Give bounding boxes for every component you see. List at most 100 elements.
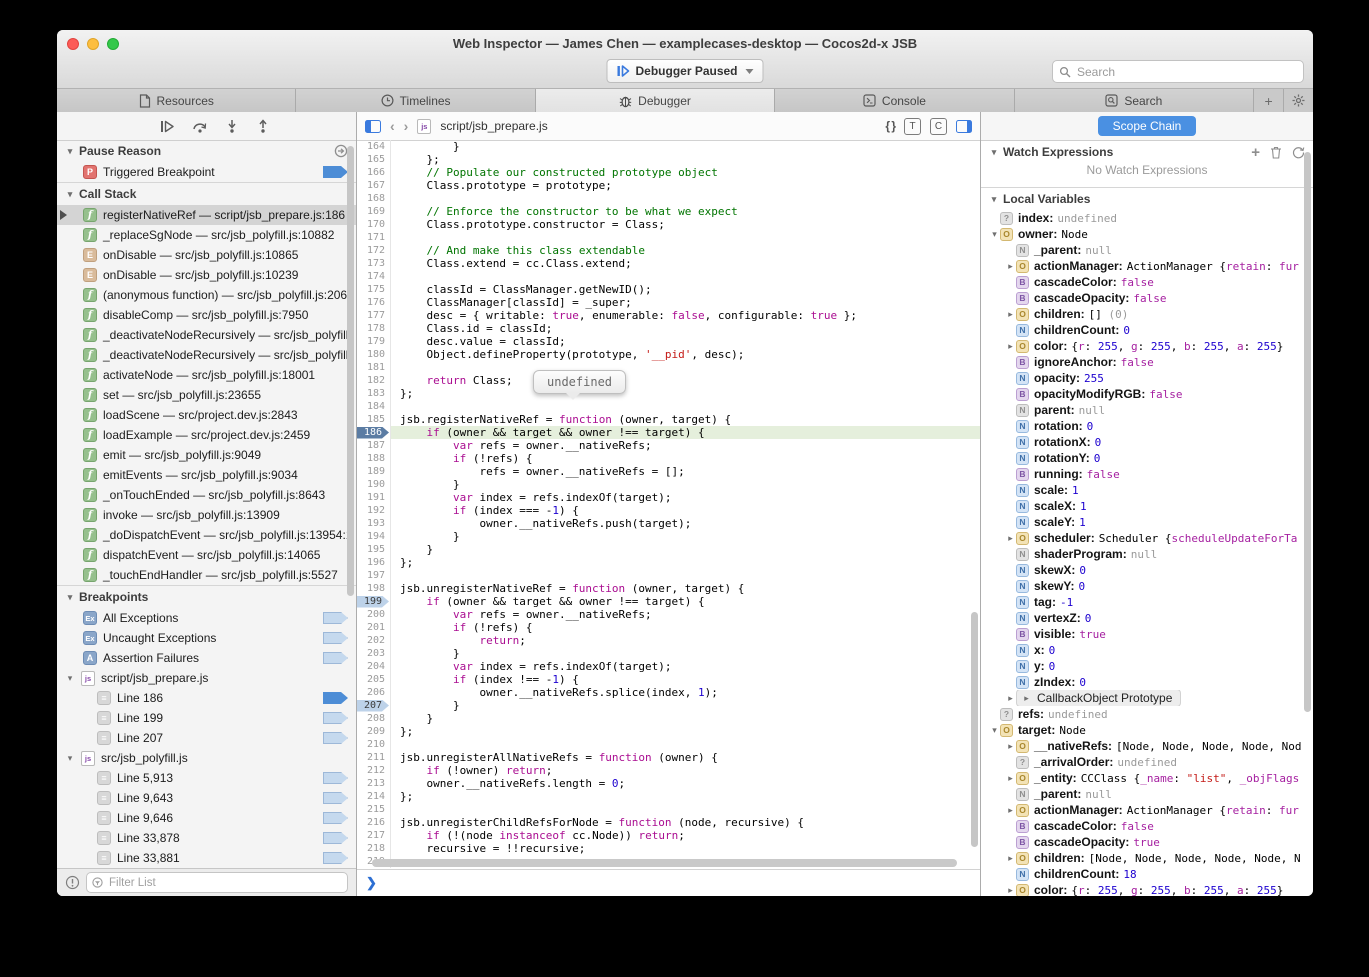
scope-chain-tab[interactable]: Scope Chain (1098, 116, 1197, 136)
variable-row[interactable]: Brunning:false (981, 466, 1313, 482)
breakpoint-pill[interactable] (323, 772, 348, 784)
call-stack-frame[interactable]: fdispatchEvent — src/jsb_polyfill.js:140… (57, 545, 356, 565)
line-number[interactable]: 184 (357, 400, 391, 413)
step-into-icon[interactable] (225, 119, 239, 133)
breakpoint-pill[interactable] (323, 812, 348, 824)
breakpoint-row[interactable]: ≡Line 5,913 (57, 768, 356, 788)
line-number[interactable]: 166 (357, 166, 391, 179)
variable-row[interactable]: NchildrenCount:0 (981, 322, 1313, 338)
variable-row[interactable]: Nrotation:0 (981, 418, 1313, 434)
variable-row[interactable]: BopacityModifyRGB:false (981, 386, 1313, 402)
tab-timelines[interactable]: Timelines (296, 89, 535, 112)
line-number[interactable]: 211 (357, 751, 391, 764)
type-profiler-icon[interactable]: T (904, 118, 921, 135)
toggle-left-sidebar-icon[interactable] (365, 120, 381, 133)
line-number[interactable]: 196 (357, 556, 391, 569)
variable-row[interactable]: ?index:undefined (981, 210, 1313, 226)
variable-row[interactable]: BcascadeOpacity:true (981, 834, 1313, 850)
call-stack-frame[interactable]: floadScene — src/project.dev.js:2843 (57, 405, 356, 425)
search-input[interactable] (1075, 64, 1297, 80)
breakpoint-pill[interactable] (323, 612, 348, 624)
line-number[interactable]: 193 (357, 517, 391, 530)
variable-row[interactable]: ▸OactionManager:ActionManager {retain: f… (981, 802, 1313, 818)
variable-row[interactable]: ?refs:undefined (981, 706, 1313, 722)
line-number[interactable]: 175 (357, 283, 391, 296)
call-stack-frame[interactable]: f_replaceSgNode — src/jsb_polyfill.js:10… (57, 225, 356, 245)
line-number[interactable]: 199 (357, 595, 391, 608)
editor-horizontal-scrollbar[interactable] (372, 859, 957, 867)
variable-row[interactable]: ▾Oowner:Node (981, 226, 1313, 242)
call-stack-frame[interactable]: fset — src/jsb_polyfill.js:23655 (57, 385, 356, 405)
line-number[interactable]: 168 (357, 192, 391, 205)
scope-scrollbar[interactable] (1304, 152, 1311, 712)
new-tab-button[interactable]: + (1254, 89, 1284, 112)
line-number[interactable]: 177 (357, 309, 391, 322)
call-stack-frame[interactable]: fregisterNativeRef — script/jsb_prepare.… (57, 205, 356, 225)
variable-row[interactable]: Nx:0 (981, 642, 1313, 658)
breakpoint-row[interactable]: ≡Line 33,878 (57, 828, 356, 848)
line-number[interactable]: 183 (357, 387, 391, 400)
pretty-print-icon[interactable]: { } (885, 119, 895, 133)
breakpoint-row[interactable]: ≡Line 207 (57, 728, 356, 748)
line-number[interactable]: 200 (357, 608, 391, 621)
line-number[interactable]: 172 (357, 244, 391, 257)
variable-row[interactable]: ▸Ochildren:[Node, Node, Node, Node, Node… (981, 850, 1313, 866)
breakpoint-gutter-inactive[interactable]: 199 (357, 596, 389, 608)
call-stack-frame[interactable]: fdisableComp — src/jsb_polyfill.js:7950 (57, 305, 356, 325)
sidebar-scrollbar[interactable] (347, 146, 354, 596)
variable-row[interactable]: ?_arrivalOrder:undefined (981, 754, 1313, 770)
gear-icon[interactable] (1284, 89, 1313, 112)
line-number[interactable]: 191 (357, 491, 391, 504)
disclosure-triangle-icon[interactable]: ▸ (1005, 261, 1016, 272)
line-number[interactable]: 188 (357, 452, 391, 465)
disclosure-triangle-icon[interactable]: ▸ (1005, 885, 1016, 896)
variable-row[interactable]: Nscale:1 (981, 482, 1313, 498)
line-number[interactable]: 167 (357, 179, 391, 192)
debugger-paused-button[interactable]: Debugger Paused (606, 59, 763, 83)
tab-resources[interactable]: Resources (57, 89, 296, 112)
disclosure-triangle-icon[interactable]: ▾ (65, 673, 75, 684)
circle-arrow-icon[interactable] (334, 144, 348, 158)
line-number[interactable]: 204 (357, 660, 391, 673)
disclosure-triangle-icon[interactable]: ▸ (1005, 341, 1016, 352)
breakpoints-disable-icon[interactable] (65, 875, 80, 890)
filter-input[interactable] (107, 876, 342, 890)
back-icon[interactable]: ‹ (390, 118, 395, 134)
call-stack-frame[interactable]: f_onTouchEnded — src/jsb_polyfill.js:864… (57, 485, 356, 505)
line-number[interactable]: 179 (357, 335, 391, 348)
line-number[interactable]: 212 (357, 764, 391, 777)
variable-row[interactable]: ▸O__nativeRefs:[Node, Node, Node, Node, … (981, 738, 1313, 754)
variable-row[interactable]: Bvisible:true (981, 626, 1313, 642)
disclosure-triangle-icon[interactable]: ▸ (1005, 741, 1016, 752)
variable-row[interactable]: ▸O_entity:CCClass {_name: "list", _objFl… (981, 770, 1313, 786)
line-number[interactable]: 185 (357, 413, 391, 426)
breakpoint-row[interactable]: ≡Line 186 (57, 688, 356, 708)
line-number[interactable]: 195 (357, 543, 391, 556)
call-stack-frame[interactable]: f_deactivateNodeRecursively — src/jsb_po… (57, 345, 356, 365)
quick-console[interactable]: ❯ (357, 869, 980, 896)
breakpoint-pill[interactable] (323, 652, 348, 664)
disclosure-triangle-icon[interactable]: ▸ (1005, 693, 1016, 704)
step-over-icon[interactable] (192, 120, 208, 133)
variable-row[interactable]: BcascadeColor:false (981, 818, 1313, 834)
breakpoint-pill[interactable] (323, 832, 348, 844)
trash-icon[interactable] (1270, 146, 1282, 159)
line-number[interactable]: 170 (357, 218, 391, 231)
breakpoint-pill[interactable] (323, 792, 348, 804)
line-number[interactable]: 165 (357, 153, 391, 166)
breakpoint-row[interactable]: ▾jssrc/jsb_polyfill.js (57, 748, 356, 768)
line-number[interactable]: 189 (357, 465, 391, 478)
disclosure-triangle-icon[interactable]: ▸ (1005, 773, 1016, 784)
search-field[interactable] (1052, 60, 1304, 83)
variable-row[interactable]: BcascadeOpacity:false (981, 290, 1313, 306)
variable-row[interactable]: NshaderProgram:null (981, 546, 1313, 562)
continue-icon[interactable] (160, 120, 175, 133)
variable-row[interactable]: N_parent:null (981, 242, 1313, 258)
line-number[interactable]: 205 (357, 673, 391, 686)
variable-row[interactable]: N_parent:null (981, 786, 1313, 802)
line-number[interactable]: 186 (357, 426, 391, 439)
line-number[interactable]: 206 (357, 686, 391, 699)
variable-row[interactable]: NvertexZ:0 (981, 610, 1313, 626)
close-button[interactable] (67, 38, 79, 50)
breakpoint-row[interactable]: ≡Line 9,646 (57, 808, 356, 828)
